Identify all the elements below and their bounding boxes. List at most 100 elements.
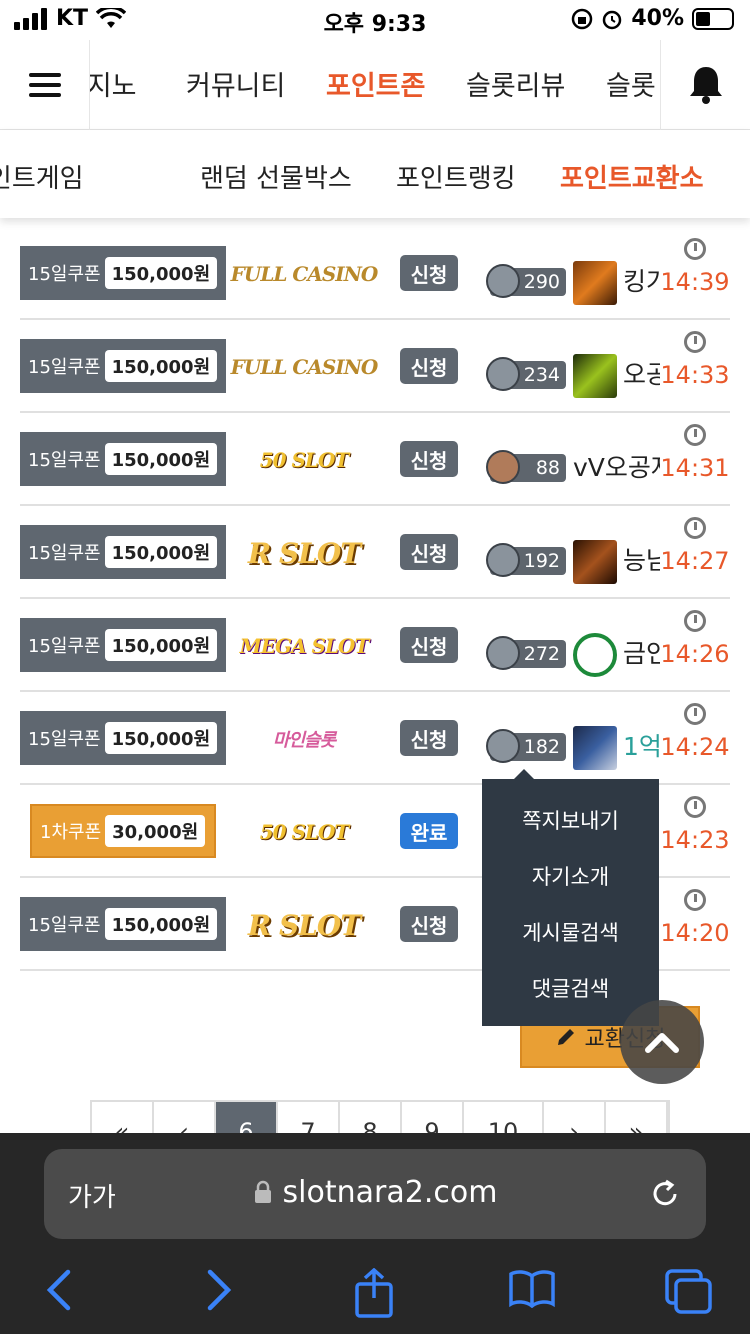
menu-button[interactable] <box>0 40 90 130</box>
coupon-tag: 15일쿠폰 150,000원 <box>20 432 226 486</box>
main-nav: 카지노 커뮤니티 포인트존 슬롯리뷰 슬롯 <box>0 40 750 130</box>
menu-item-profile[interactable]: 자기소개 <box>482 861 659 891</box>
coupon-tag: 15일쿠폰 150,000원 <box>20 711 226 765</box>
hamburger-icon <box>28 73 61 97</box>
time-value: 14:20 <box>660 919 730 947</box>
battery-percent: 40% <box>631 6 684 31</box>
level-value: 272 <box>523 643 560 665</box>
level-gem-icon <box>486 264 520 298</box>
scroll-top-button[interactable] <box>620 1000 704 1084</box>
site-logo[interactable]: 50 SLOT <box>236 438 372 482</box>
time-value: 14:24 <box>660 733 730 761</box>
timestamp: 14:31 <box>660 424 730 482</box>
username[interactable]: 오공 <box>623 355 660 391</box>
menu-item-search-comments[interactable]: 댓글검색 <box>482 973 659 1003</box>
timestamp: 14:33 <box>660 331 730 389</box>
list-item: 15일쿠폰 150,000원 FULL CASINO 신청 290 킹가 14:… <box>20 228 730 320</box>
level-badge: 234 <box>486 357 566 391</box>
coupon-type: 15일쿠폰 <box>28 636 101 657</box>
avatar[interactable] <box>573 261 617 305</box>
status-bar: KT 오후 9:33 40% <box>0 0 750 40</box>
url-text: slotnara2.com <box>44 1175 706 1210</box>
tabs-icon[interactable] <box>664 1268 714 1316</box>
coupon-amount: 150,000원 <box>104 722 218 754</box>
timestamp: 14:27 <box>660 517 730 575</box>
nav-item-community[interactable]: 커뮤니티 <box>186 64 285 103</box>
bookmarks-icon[interactable] <box>508 1268 556 1308</box>
share-icon[interactable] <box>354 1268 394 1318</box>
status-badge: 신청 <box>400 534 458 570</box>
reload-icon[interactable] <box>648 1177 682 1211</box>
coupon-amount: 150,000원 <box>104 443 218 475</box>
coupon-amount: 30,000원 <box>105 815 206 847</box>
site-logo[interactable]: 50 SLOT <box>236 810 372 854</box>
coupon-amount: 150,000원 <box>104 536 218 568</box>
subnav-point-exchange[interactable]: 포인트교환소 <box>560 158 704 195</box>
clock-icon <box>684 517 706 539</box>
avatar[interactable] <box>573 726 617 770</box>
avatar[interactable] <box>573 540 617 584</box>
coupon-type: 15일쿠폰 <box>28 915 101 936</box>
nav-item-slot[interactable]: 슬롯 <box>606 64 656 103</box>
status-badge: 신청 <box>400 627 458 663</box>
nav-item-pointzone[interactable]: 포인트존 <box>326 64 425 103</box>
menu-item-search-posts[interactable]: 게시물검색 <box>482 917 659 947</box>
lock-icon <box>254 1180 271 1203</box>
subnav-point-game[interactable]: 포인트게임 <box>0 158 84 195</box>
nav-item-slot-review[interactable]: 슬롯리뷰 <box>466 64 565 103</box>
site-logo[interactable]: 마인슬롯 <box>236 717 372 761</box>
username[interactable]: 킹가 <box>623 262 660 298</box>
site-logo[interactable]: MEGA SLOT <box>236 624 372 668</box>
level-badge: 192 <box>486 543 566 577</box>
url-value: slotnara2.com <box>282 1175 498 1210</box>
site-logo[interactable]: R SLOT <box>236 903 372 947</box>
level-value: 234 <box>523 364 560 386</box>
site-logo[interactable]: R SLOT <box>236 531 372 575</box>
clock-icon <box>684 889 706 911</box>
user-context-menu: 쪽지보내기 자기소개 게시물검색 댓글검색 <box>482 769 659 1026</box>
notification-button[interactable] <box>660 40 750 130</box>
status-badge: 신청 <box>400 906 458 942</box>
alarm-icon <box>603 10 622 29</box>
list-item: 15일쿠폰 150,000원 50 SLOT 신청 88 vV오공자 14:31 <box>20 414 730 506</box>
coupon-type: 15일쿠폰 <box>28 450 101 471</box>
site-logo[interactable]: FULL CASINO <box>231 345 379 389</box>
level-value: 290 <box>523 271 560 293</box>
coupon-type: 15일쿠폰 <box>28 729 101 750</box>
back-icon[interactable] <box>44 1268 74 1312</box>
level-badge: 290 <box>486 264 566 298</box>
address-bar[interactable]: 가가 slotnara2.com <box>44 1149 706 1239</box>
clock-icon <box>684 331 706 353</box>
timestamp: 14:23 <box>660 796 730 854</box>
lock-rotation-icon <box>572 8 593 29</box>
subnav-random-gift[interactable]: 랜덤 선물박스 <box>200 158 352 195</box>
coupon-amount: 150,000원 <box>104 350 218 382</box>
level-gem-icon <box>486 357 520 391</box>
time-value: 14:23 <box>660 826 730 854</box>
level-badge: 272 <box>486 636 566 670</box>
username[interactable]: vV오공자 <box>573 448 660 484</box>
site-logo[interactable]: FULL CASINO <box>231 252 379 296</box>
coupon-type: 15일쿠폰 <box>28 543 101 564</box>
page: KT 오후 9:33 40% 카지노 <box>0 0 750 1334</box>
coupon-amount: 150,000원 <box>104 257 218 289</box>
coupon-tag: 15일쿠폰 150,000원 <box>20 339 226 393</box>
level-gem-icon <box>486 636 520 670</box>
menu-item-send-message[interactable]: 쪽지보내기 <box>482 805 659 835</box>
username[interactable]: 금인 <box>623 634 660 670</box>
avatar[interactable] <box>573 633 617 677</box>
avatar[interactable] <box>573 354 617 398</box>
clock-icon <box>684 610 706 632</box>
username[interactable]: 능남 <box>623 541 660 577</box>
level-value: 182 <box>523 736 560 758</box>
subnav-point-ranking[interactable]: 포인트랭킹 <box>396 158 516 195</box>
nav-item-casino[interactable]: 카지노 <box>90 64 137 103</box>
sub-nav: 포인트게임 랜덤 선물박스 포인트랭킹 포인트교환소 <box>0 130 750 218</box>
clock-icon <box>684 238 706 260</box>
time-value: 14:39 <box>660 268 730 296</box>
browser-toolbar: 가가 slotnara2.com <box>0 1133 750 1334</box>
list-item: 15일쿠폰 150,000원 마인슬롯 신청 182 1억 14:24 <box>20 693 730 785</box>
forward-icon[interactable] <box>204 1268 234 1312</box>
level-value: 88 <box>535 457 560 479</box>
username[interactable]: 1억 <box>623 727 660 763</box>
